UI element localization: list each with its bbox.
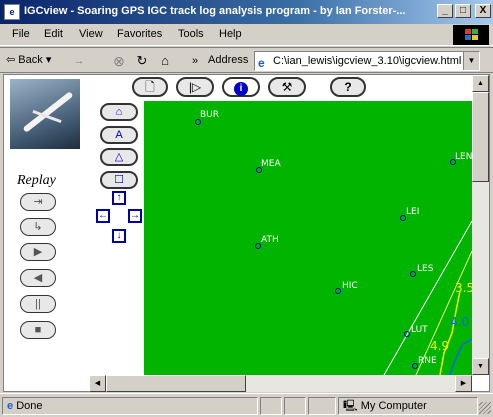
vertical-scrollbar[interactable]: ▲ ▼ bbox=[472, 75, 489, 375]
waypoint-label: LES bbox=[417, 264, 434, 274]
waypoint-label: MEA bbox=[261, 159, 281, 169]
info-button[interactable]: i bbox=[222, 77, 260, 97]
waypoint-marker[interactable] bbox=[335, 288, 341, 294]
home-icon[interactable]: ⌂ bbox=[156, 52, 174, 70]
back-dropdown-icon[interactable]: ▾ bbox=[46, 54, 52, 66]
replay-play-button[interactable]: ▶ bbox=[20, 243, 56, 261]
page-done-icon: e bbox=[7, 400, 14, 412]
hammer-tool-button[interactable]: ⚒ bbox=[268, 77, 306, 97]
status-text: Done bbox=[16, 400, 43, 412]
address-field[interactable]: e C:\ian_lewis\igcview_3.10\igcview.html… bbox=[254, 51, 480, 71]
minimize-button[interactable]: _ bbox=[437, 4, 453, 18]
flight-track-secondary bbox=[449, 338, 472, 375]
scroll-up-icon[interactable]: ▲ bbox=[472, 75, 489, 92]
windows-logo-icon bbox=[453, 25, 489, 45]
replay-reverse-button[interactable]: ◀ bbox=[20, 269, 56, 287]
waypoint-label: RNE bbox=[418, 356, 437, 366]
pan-left-button[interactable]: ← bbox=[96, 209, 110, 223]
track-climb-label: 4.0 bbox=[450, 315, 470, 329]
scroll-left-icon[interactable]: ◀ bbox=[89, 375, 106, 392]
info-icon: i bbox=[234, 82, 248, 96]
status-done: e Done bbox=[2, 397, 258, 415]
scroll-right-icon[interactable]: ▶ bbox=[455, 375, 472, 392]
computer-icon: 🖳 bbox=[343, 400, 358, 412]
waypoint-label: LEI bbox=[406, 207, 420, 217]
pan-down-button[interactable]: ↓ bbox=[112, 229, 126, 243]
menu-help[interactable]: Help bbox=[219, 28, 242, 40]
menu-view[interactable]: View bbox=[79, 28, 103, 40]
track-climb-label: 4.9 bbox=[430, 339, 450, 353]
back-button[interactable]: ⇦ Back ▾ bbox=[6, 53, 51, 66]
address-dropdown-icon[interactable]: ▼ bbox=[463, 52, 479, 70]
window-title: IGCview - Soaring GPS IGC track log anal… bbox=[24, 5, 406, 17]
browser-toolbar: ⇦ Back ▾ → ⊗ ↻ ⌂ » Address e C:\ian_lewi… bbox=[0, 47, 493, 73]
back-label: Back bbox=[18, 54, 43, 66]
waypoint-label: BUR bbox=[200, 110, 220, 120]
play-step-button[interactable]: |▷ bbox=[176, 77, 214, 97]
refresh-icon[interactable]: ↻ bbox=[133, 52, 151, 70]
glider-photo bbox=[10, 79, 80, 149]
waypoint-marker[interactable] bbox=[410, 271, 416, 277]
stop-icon[interactable]: ⊗ bbox=[110, 52, 128, 70]
status-bar: e Done 🖳 My Computer bbox=[0, 393, 493, 417]
flight-map[interactable]: BUR MEA LEN LEI ATH LES HIC LUT RNE 3.5 … bbox=[144, 101, 472, 375]
zoom-home-button[interactable]: ⌂ bbox=[100, 103, 138, 121]
menu-file[interactable]: File bbox=[12, 28, 30, 40]
track-climb-label: 3.5 bbox=[455, 281, 472, 295]
horizontal-scrollbar[interactable]: ◀ ▶ bbox=[89, 375, 472, 392]
replay-pause-button[interactable]: || bbox=[20, 295, 56, 313]
page-viewport: 🗋 |▷ i ⚒ ? Replay ⇥ ↳ ▶ ◀ || ■ ⌂ A △ ☐ ↑… bbox=[3, 74, 490, 392]
title-bar[interactable]: e IGCview - Soaring GPS IGC track log an… bbox=[0, 0, 493, 24]
waypoint-label: HIC bbox=[342, 281, 358, 291]
menu-bar: File Edit View Favorites Tools Help bbox=[0, 24, 493, 46]
horizontal-scroll-thumb[interactable] bbox=[106, 375, 246, 392]
menu-edit[interactable]: Edit bbox=[44, 28, 63, 40]
task-triangle-button[interactable]: △ bbox=[100, 148, 138, 166]
zoom-area-button[interactable]: A bbox=[100, 126, 138, 144]
ie-page-icon: e bbox=[258, 56, 265, 70]
address-value: C:\ian_lewis\igcview_3.10\igcview.html bbox=[273, 55, 462, 67]
replay-step-button[interactable]: ↳ bbox=[20, 218, 56, 236]
flight-track bbox=[439, 290, 461, 375]
resize-grip-icon[interactable] bbox=[479, 402, 491, 414]
new-file-button[interactable]: 🗋 bbox=[132, 77, 168, 97]
address-label: Address bbox=[208, 54, 249, 66]
glider-wing bbox=[22, 91, 74, 133]
status-pane bbox=[260, 397, 282, 415]
waypoint-label: LUT bbox=[411, 325, 428, 335]
status-pane bbox=[308, 397, 336, 415]
replay-stop-button[interactable]: ■ bbox=[20, 321, 56, 339]
scroll-down-icon[interactable]: ▼ bbox=[472, 358, 489, 375]
zone-text: My Computer bbox=[360, 400, 427, 412]
waypoint-marker[interactable] bbox=[404, 331, 410, 337]
map-outline-button[interactable]: ☐ bbox=[100, 171, 138, 189]
close-button[interactable]: X bbox=[475, 4, 491, 18]
replay-label: Replay bbox=[17, 173, 56, 188]
back-arrow-icon: ⇦ bbox=[6, 54, 16, 66]
pan-up-button[interactable]: ↑ bbox=[112, 191, 126, 205]
help-button[interactable]: ? bbox=[330, 77, 366, 97]
replay-start-button[interactable]: ⇥ bbox=[20, 193, 56, 211]
pan-right-button[interactable]: → bbox=[128, 209, 142, 223]
ie-page-icon: e bbox=[4, 4, 20, 20]
menu-favorites[interactable]: Favorites bbox=[117, 28, 162, 40]
maximize-button[interactable]: □ bbox=[455, 4, 471, 18]
forward-icon[interactable]: → bbox=[70, 52, 88, 70]
waypoint-label: ATH bbox=[261, 235, 279, 245]
more-chevron-icon[interactable]: » bbox=[186, 52, 204, 70]
vertical-scroll-thumb[interactable] bbox=[472, 92, 489, 182]
menu-tools[interactable]: Tools bbox=[178, 28, 204, 40]
waypoint-label: LEN bbox=[455, 152, 472, 162]
status-pane bbox=[284, 397, 306, 415]
security-zone: 🖳 My Computer bbox=[338, 397, 478, 415]
